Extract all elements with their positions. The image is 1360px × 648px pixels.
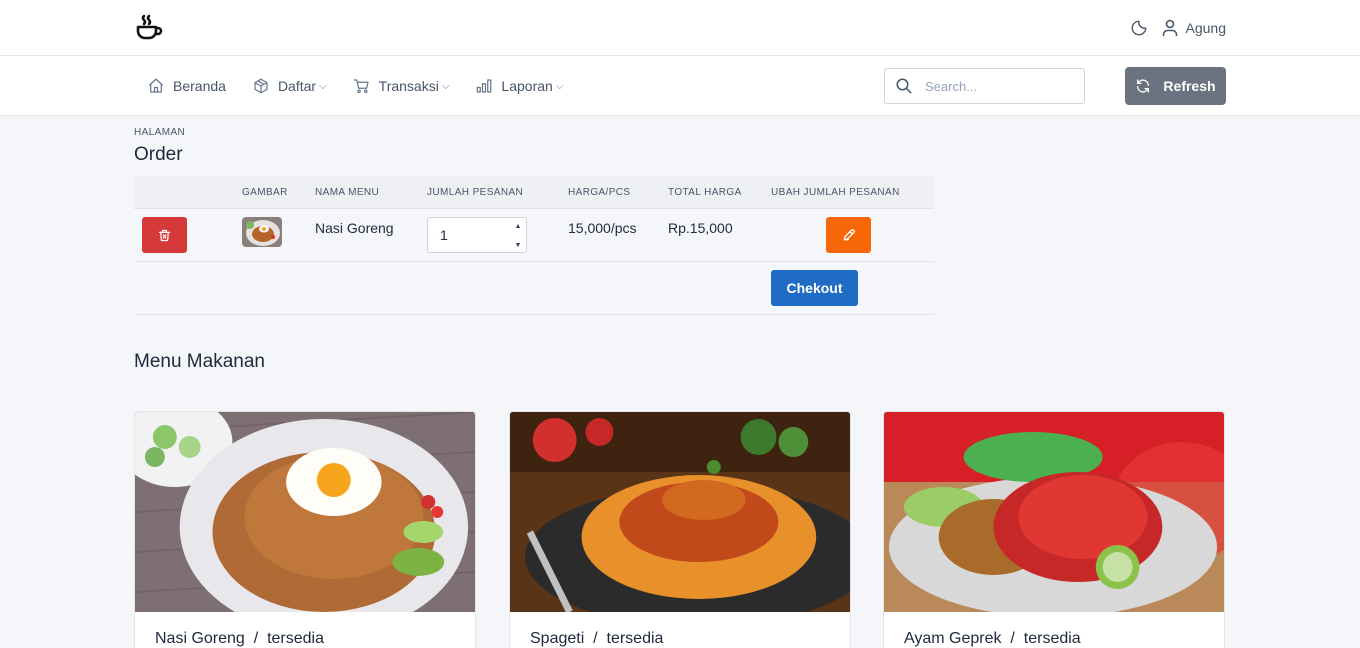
user-icon bbox=[1162, 19, 1177, 36]
total-price: Rp.15,000 bbox=[668, 220, 733, 236]
top-bar: Agung bbox=[0, 0, 1360, 56]
package-icon bbox=[254, 78, 268, 94]
checkout-button[interactable]: Chekout bbox=[771, 270, 858, 306]
nav-label: Transaksi bbox=[378, 78, 439, 94]
refresh-label: Refresh bbox=[1163, 78, 1216, 94]
chevron-down-icon: ⌵ bbox=[555, 80, 564, 92]
food-image bbox=[242, 217, 282, 247]
menu-card[interactable]: Nasi Goreng / tersedia bbox=[134, 411, 476, 648]
home-icon bbox=[148, 78, 164, 93]
table-header: GAMBAR NAMA MENU JUMLAH PESANAN HARGA/PC… bbox=[134, 176, 934, 209]
column-header: JUMLAH PESANAN bbox=[427, 187, 524, 198]
trash-icon bbox=[158, 229, 171, 241]
quantity-stepper[interactable]: ▲ ▼ bbox=[427, 217, 527, 253]
order-table: GAMBAR NAMA MENU JUMLAH PESANAN HARGA/PC… bbox=[134, 176, 934, 315]
section-title: Menu Makanan bbox=[134, 351, 265, 372]
user-name: Agung bbox=[1185, 20, 1226, 36]
card-status: tersedia bbox=[1023, 630, 1081, 647]
moon-icon[interactable] bbox=[1130, 19, 1148, 37]
coffee-cup-logo-icon[interactable] bbox=[135, 13, 165, 43]
quantity-spinner[interactable]: ▲ ▼ bbox=[513, 223, 523, 249]
card-status: tersedia bbox=[267, 630, 324, 647]
card-status: tersedia bbox=[606, 630, 664, 647]
refresh-icon bbox=[1137, 79, 1150, 93]
card-menu-name: Nasi Goreng bbox=[155, 630, 245, 647]
refresh-button[interactable]: Refresh bbox=[1125, 67, 1226, 105]
nav-item-daftar[interactable]: Daftar ⌵ bbox=[252, 77, 327, 95]
user-menu[interactable]: Agung bbox=[1162, 19, 1226, 37]
checkout-row: Chekout bbox=[134, 262, 934, 315]
card-menu-name: Spageti bbox=[530, 630, 585, 647]
nav-item-beranda[interactable]: Beranda bbox=[147, 77, 226, 95]
column-header: UBAH JUMLAH PESANAN bbox=[771, 187, 900, 198]
card-menu-name: Ayam Geprek bbox=[904, 630, 1002, 647]
price-per-pcs: 15,000/pcs bbox=[568, 220, 637, 236]
chart-icon bbox=[477, 79, 492, 93]
chevron-down-icon: ⌵ bbox=[319, 80, 327, 92]
chevron-down-icon: ⌵ bbox=[441, 80, 450, 92]
delete-button[interactable] bbox=[142, 217, 187, 253]
increment-icon[interactable]: ▲ bbox=[515, 223, 522, 230]
menu-card[interactable]: Spageti / tersedia bbox=[509, 411, 851, 648]
search-input[interactable] bbox=[925, 78, 1075, 94]
nav-label: Laporan bbox=[501, 78, 553, 94]
decrement-icon[interactable]: ▼ bbox=[515, 242, 522, 249]
food-image bbox=[884, 412, 1224, 612]
page-title: Order bbox=[134, 144, 183, 165]
food-image bbox=[510, 412, 850, 612]
table-row: Nasi Goreng ▲ ▼ 15,000/pcs Rp.15,000 bbox=[134, 209, 934, 262]
nav-item-transaksi[interactable]: Transaksi ⌵ bbox=[353, 77, 450, 95]
column-header: HARGA/PCS bbox=[568, 187, 631, 198]
card-title: Nasi Goreng / tersedia bbox=[155, 630, 324, 647]
card-title: Ayam Geprek / tersedia bbox=[904, 630, 1081, 647]
column-header: NAMA MENU bbox=[315, 187, 380, 198]
search-box[interactable] bbox=[884, 68, 1085, 104]
column-header: TOTAL HARGA bbox=[668, 187, 742, 198]
search-icon bbox=[896, 78, 912, 94]
nav-menu: Beranda Daftar ⌵ Transaksi ⌵ Laporan ⌵ bbox=[147, 56, 589, 116]
food-image bbox=[135, 412, 475, 612]
cart-icon bbox=[353, 79, 369, 94]
quantity-input[interactable] bbox=[440, 227, 520, 243]
nav-label: Daftar bbox=[277, 78, 317, 94]
column-header: GAMBAR bbox=[242, 187, 288, 198]
edit-icon bbox=[843, 229, 855, 241]
menu-card[interactable]: Ayam Geprek / tersedia bbox=[883, 411, 1225, 648]
menu-name: Nasi Goreng bbox=[315, 220, 394, 236]
nav-bar: Beranda Daftar ⌵ Transaksi ⌵ Laporan ⌵ S… bbox=[0, 56, 1360, 116]
page-overline: HALAMAN bbox=[134, 127, 186, 138]
checkout-label: Chekout bbox=[786, 280, 843, 296]
menu-thumbnail bbox=[242, 217, 282, 247]
nav-item-laporan[interactable]: Laporan ⌵ bbox=[475, 77, 563, 95]
nav-label: Beranda bbox=[173, 78, 226, 94]
edit-quantity-button[interactable] bbox=[826, 217, 871, 253]
card-title: Spageti / tersedia bbox=[530, 630, 664, 647]
